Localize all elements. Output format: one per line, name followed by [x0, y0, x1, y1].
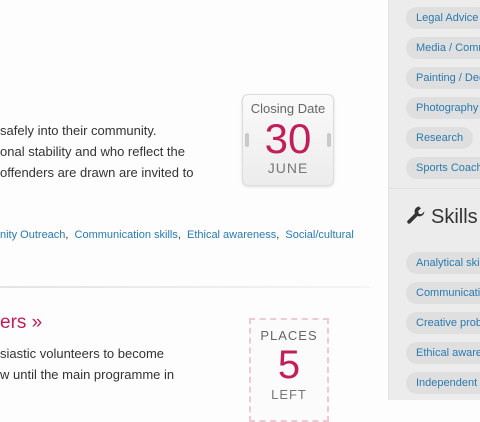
skills-heading-text: Skills: [431, 206, 478, 228]
description-line: offenders are drawn are invited to: [0, 165, 194, 180]
opportunity-description: safely into their community. onal stabil…: [0, 120, 230, 183]
description-line: siastic volunteers to become: [0, 346, 165, 361]
places-label: PLACES: [260, 328, 318, 343]
skill-tag-link[interactable]: Communication skills: [75, 229, 178, 241]
main-content: safely into their community. onal stabil…: [0, 0, 388, 422]
interest-tag[interactable]: Research: [406, 127, 474, 149]
skills-tag-list: nity Outreach, Communication skills, Eth…: [0, 229, 354, 241]
interest-tag[interactable]: Sports Coach: [406, 157, 480, 179]
skills-heading: Skills: [406, 205, 478, 229]
closing-date-month: JUNE: [267, 160, 309, 176]
skill-tag-link[interactable]: nity Outreach: [0, 229, 65, 241]
wrench-icon: [407, 206, 425, 224]
sidebar: [388, 0, 480, 400]
opportunity-description: siastic volunteers to become w until the…: [0, 343, 230, 385]
interest-tag[interactable]: Photography: [406, 97, 480, 119]
calendar-ring: [327, 133, 331, 147]
calendar-ring: [245, 133, 249, 147]
skill-tag[interactable]: Ethical aware: [406, 342, 480, 364]
places-left-badge: PLACES 5 LEFT: [249, 318, 329, 422]
description-line: onal stability and who reflect the: [0, 144, 185, 159]
description-line: w until the main programme in: [0, 367, 175, 382]
places-count: 5: [277, 343, 301, 387]
skill-tag[interactable]: Creative prob: [406, 312, 480, 334]
description-line: safely into their community.: [0, 123, 157, 138]
skill-tag-link[interactable]: Ethical awareness: [187, 229, 276, 241]
sidebar-divider: [388, 188, 480, 189]
skill-tag[interactable]: Independent w: [406, 372, 480, 394]
closing-date-day: 30: [264, 115, 312, 162]
closing-date-label: Closing Date: [250, 101, 326, 116]
interest-tag[interactable]: Painting / Dec: [406, 67, 480, 89]
interest-tag[interactable]: Media / Comm: [406, 37, 480, 59]
skill-tag[interactable]: Analytical ski: [406, 252, 480, 274]
interest-tag[interactable]: Legal Advice: [406, 7, 480, 29]
closing-date-badge: Closing Date 30 JUNE: [242, 94, 334, 186]
divider: [0, 286, 370, 288]
skill-tag[interactable]: Communicatio: [406, 282, 480, 304]
skill-tag-link[interactable]: Social/cultural: [285, 229, 353, 241]
opportunity-title-link[interactable]: ers »: [0, 312, 42, 334]
